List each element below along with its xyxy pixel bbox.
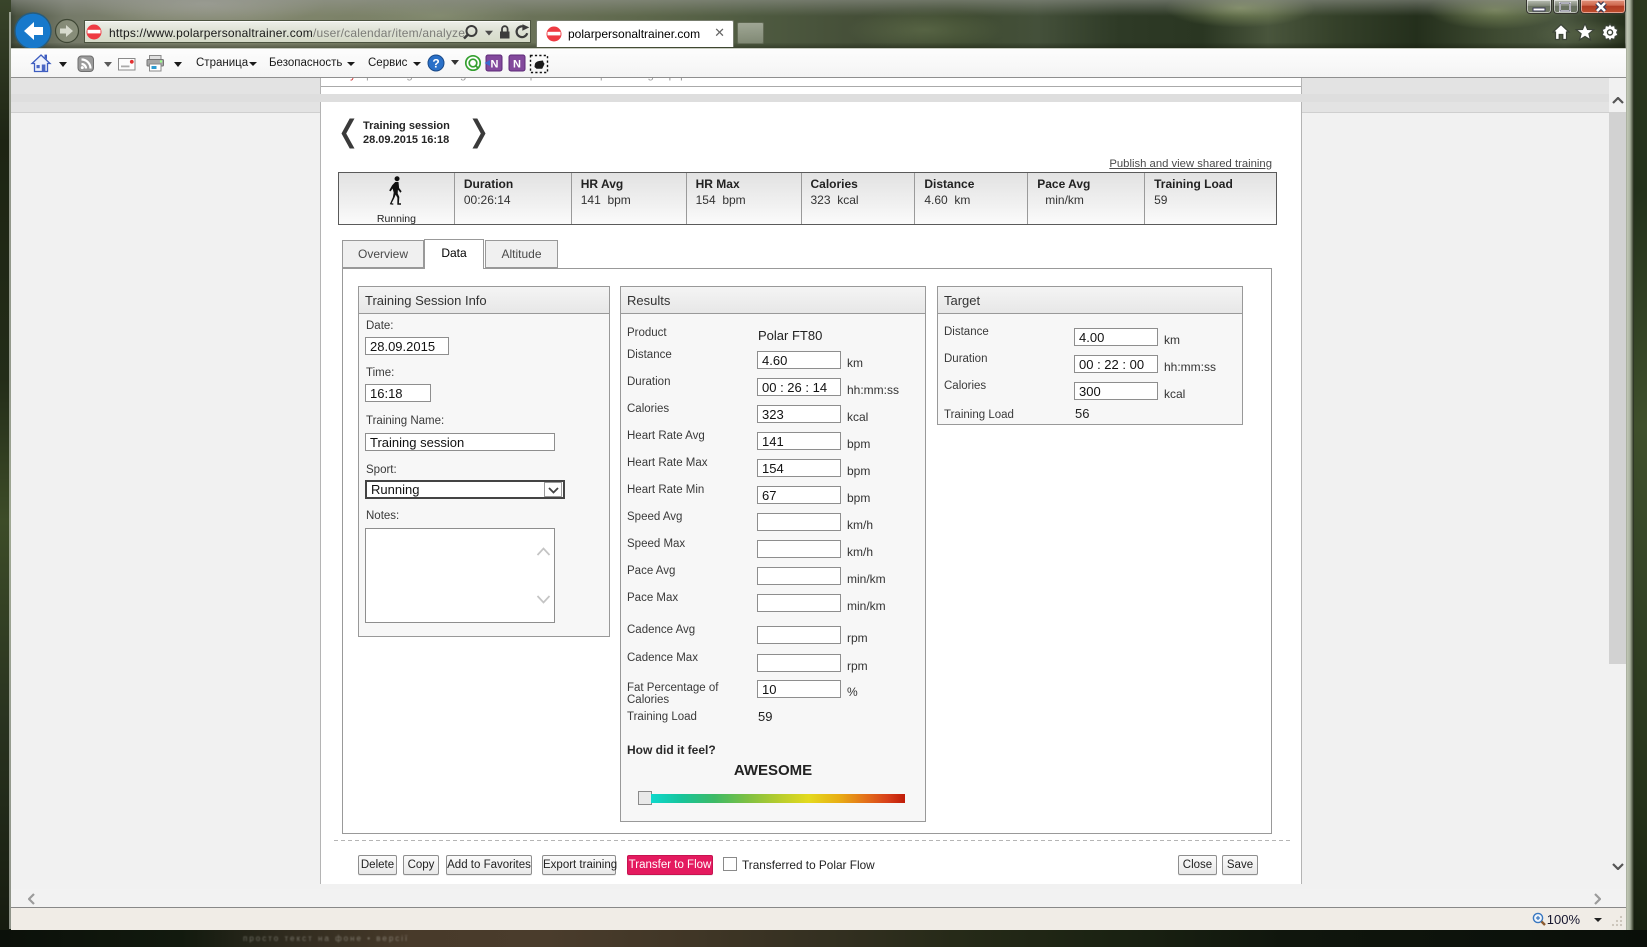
svg-text:N: N <box>491 59 499 71</box>
svg-text:N: N <box>513 59 521 71</box>
svg-text:?: ? <box>432 57 439 71</box>
